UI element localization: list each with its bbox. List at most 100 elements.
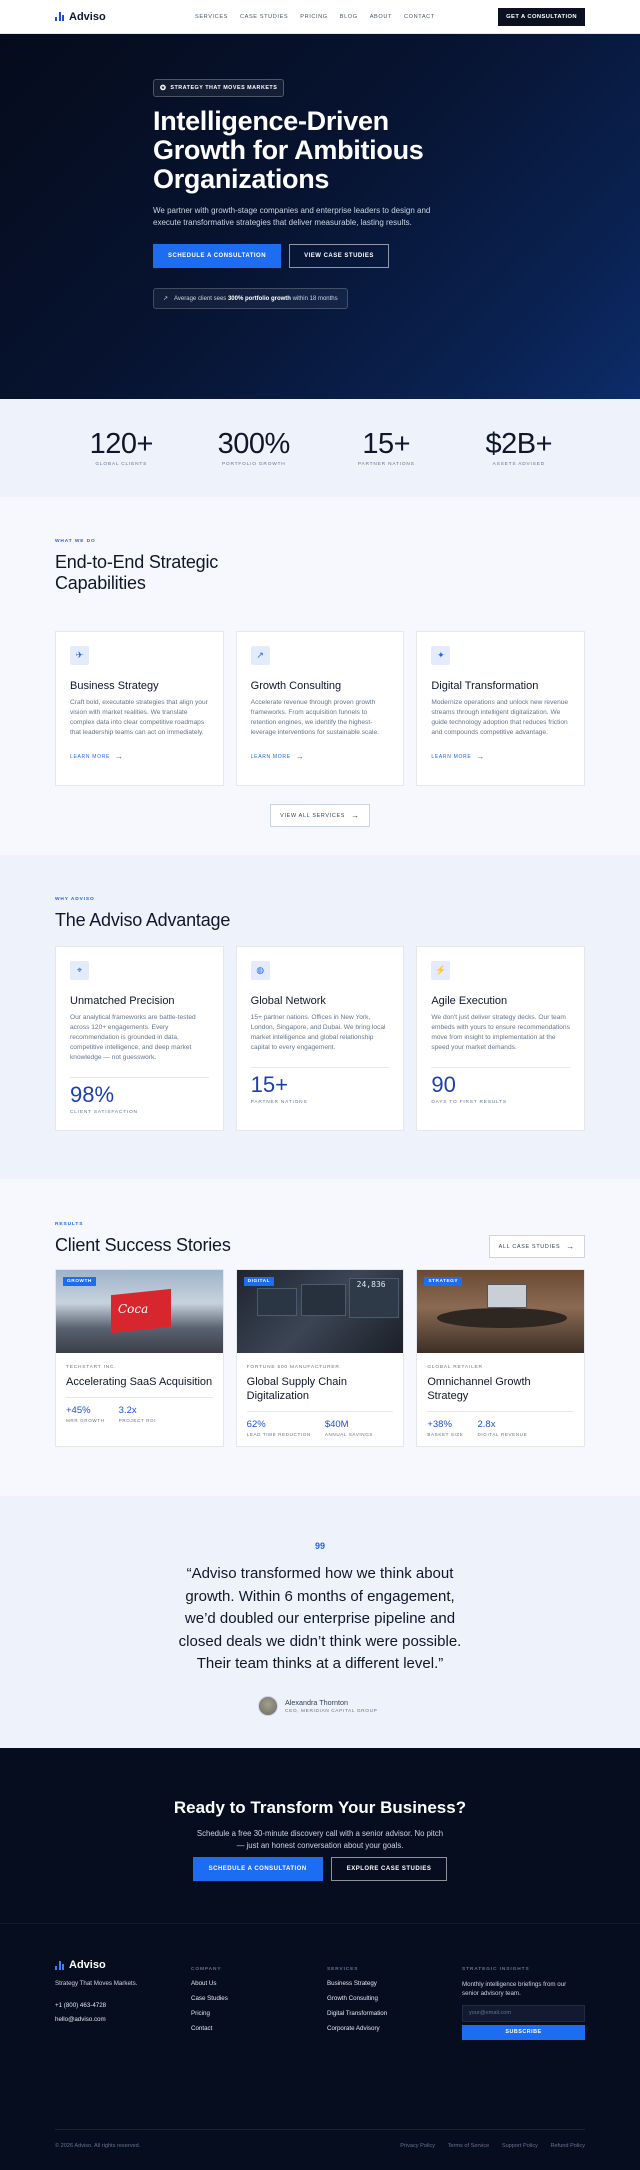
service-card[interactable]: ✈ Business Strategy Craft bold, executab… [55, 631, 224, 786]
stat-label: GLOBAL CLIENTS [95, 462, 148, 467]
card-text: Craft bold, executable strategies that a… [70, 699, 208, 736]
stat-label: ASSETS ADVISED [492, 462, 545, 467]
footer-email[interactable]: hello@adviso.com [55, 2013, 137, 2027]
stat-item: 120+ GLOBAL CLIENTS [55, 429, 188, 467]
case-study-card[interactable]: 24,836 DIGITAL FORTUNE 500 MANUFACTURER … [235, 1269, 405, 1447]
footer-link-terms[interactable]: Terms of Service [448, 2143, 490, 2149]
footer-link-about[interactable]: About Us [191, 1980, 228, 1987]
card-title: Unmatched Precision [70, 995, 175, 1007]
stat-item: 300% PORTFOLIO GROWTH [188, 429, 321, 467]
nav-links: SERVICES CASE STUDIES PRICING BLOG ABOUT… [195, 0, 435, 34]
case-study-image: STRATEGY [417, 1270, 585, 1353]
cta-title: Ready to Transform Your Business? [173, 1798, 467, 1817]
nav-link-pricing[interactable]: PRICING [300, 14, 328, 20]
advantage-card: ⌖ Unmatched Precision Our analytical fra… [55, 946, 224, 1131]
metric-label: ANNUAL SAVINGS [324, 1432, 374, 1437]
view-all-services-button[interactable]: VIEW ALL SERVICES → [270, 804, 370, 827]
service-card[interactable]: ↗ Growth Consulting Accelerate revenue t… [235, 631, 405, 786]
testimonial-quote: “Adviso transformed how we think about g… [178, 1565, 462, 1672]
bar-chart-icon [55, 12, 65, 21]
section-title: The Adviso Advantage [55, 910, 231, 930]
advantage-stat-label: CLIENT SATISFACTION [70, 1110, 138, 1115]
footer-column-title: STRATEGIC INSIGHTS [462, 1967, 530, 1972]
footer-brand-name: Adviso [69, 1959, 106, 1971]
case-study-card[interactable]: Coca GROWTH TECHSTART INC. Accelerating … [55, 1269, 224, 1447]
nav-link-case-studies[interactable]: CASE STUDIES [240, 14, 288, 20]
stat-item: $2B+ ASSETS ADVISED [453, 429, 586, 467]
footer-newsletter: STRATEGIC INSIGHTS Monthly intelligence … [462, 1967, 585, 2040]
case-study-card[interactable]: STRATEGY GLOBAL RETAILER Omnichannel Gro… [416, 1269, 586, 1447]
service-card[interactable]: ✦ Digital Transformation Modernize opera… [416, 631, 586, 786]
case-study-tag: GROWTH [63, 1277, 96, 1286]
footer-services-column: SERVICES Business Strategy Growth Consul… [327, 1967, 387, 2032]
stat-label: PORTFOLIO GROWTH [221, 462, 286, 467]
get-consultation-button[interactable]: GET A CONSULTATION [498, 8, 585, 26]
footer-link-contact[interactable]: Contact [191, 2025, 228, 2032]
metric-label: LEAD TIME REDUCTION [246, 1432, 311, 1437]
testimonial-section: 99 “Adviso transformed how we think abou… [0, 1496, 640, 1748]
schedule-consultation-button[interactable]: SCHEDULE A CONSULTATION [153, 244, 282, 268]
hero-eyebrow-text: STRATEGY THAT MOVES MARKETS [170, 85, 278, 91]
case-study-client: FORTUNE 500 MANUFACTURER [246, 1365, 340, 1370]
metric-value: +45% [66, 1405, 91, 1416]
case-study-client: GLOBAL RETAILER [427, 1365, 483, 1370]
hero-subtitle: We partner with growth-stage companies a… [153, 206, 431, 227]
nav-link-blog[interactable]: BLOG [340, 14, 358, 20]
card-title: Digital Transformation [431, 680, 539, 692]
stat-item: 15+ PARTNER NATIONS [320, 429, 453, 467]
services-section: WHAT WE DO End-to-End Strategic Capabili… [0, 497, 640, 855]
trend-up-icon: ↗ [163, 296, 169, 302]
case-study-title: Accelerating SaaS Acquisition [66, 1376, 213, 1388]
footer-link-pricing[interactable]: Pricing [191, 2010, 228, 2017]
nav-link-about[interactable]: ABOUT [370, 14, 392, 20]
footer-link-privacy[interactable]: Privacy Policy [400, 2143, 435, 2149]
card-text: Our analytical frameworks are battle-tes… [70, 1014, 196, 1061]
footer-brand-logo[interactable]: Adviso [55, 1959, 137, 1971]
footer-link-refund[interactable]: Refund Policy [550, 2143, 585, 2149]
author-role: CEO, MERIDIAN CAPITAL GROUP [285, 1709, 378, 1714]
cta-schedule-button[interactable]: SCHEDULE A CONSULTATION [192, 1857, 323, 1881]
footer-link-digital-transformation[interactable]: Digital Transformation [327, 2010, 387, 2017]
cta-explore-button[interactable]: EXPLORE CASE STUDIES [330, 1857, 448, 1881]
card-text: Accelerate revenue through proven growth… [250, 699, 379, 736]
learn-more-link[interactable]: LEARN MORE → [251, 752, 390, 761]
footer-link-growth-consulting[interactable]: Growth Consulting [327, 1995, 387, 2002]
metric-label: PROJECT ROI [118, 1418, 157, 1423]
view-case-studies-button[interactable]: VIEW CASE STUDIES [289, 244, 389, 268]
footer-link-corporate-advisory[interactable]: Corporate Advisory [327, 2025, 387, 2032]
subscribe-button[interactable]: SUBSCRIBE [462, 2025, 585, 2040]
all-case-studies-button[interactable]: ALL CASE STUDIES → [488, 1235, 585, 1258]
results-section: RESULTS Client Success Stories ALL CASE … [0, 1179, 640, 1496]
stat-value: 120+ [89, 428, 154, 460]
arrow-right-icon: → [351, 811, 360, 820]
nav-link-services[interactable]: SERVICES [195, 14, 228, 20]
author-name: Alexandra Thornton [285, 1698, 348, 1707]
footer-link-business-strategy[interactable]: Business Strategy [327, 1980, 387, 1987]
learn-more-link[interactable]: LEARN MORE → [431, 752, 570, 761]
hero-title: Intelligence-Driven Growth for Ambitious… [153, 106, 424, 194]
metric-value: +38% [427, 1419, 452, 1430]
bar-chart-icon [55, 1960, 65, 1970]
case-study-client: TECHSTART INC. [66, 1365, 117, 1370]
learn-more-link[interactable]: LEARN MORE → [70, 752, 209, 761]
bolt-icon: ⚡ [431, 961, 451, 980]
case-study-title: Omnichannel Growth Strategy [427, 1376, 531, 1402]
footer-column-title: COMPANY [191, 1967, 222, 1972]
nav-link-contact[interactable]: CONTACT [404, 14, 435, 20]
advantage-stat: 98% [70, 1082, 115, 1107]
rocket-icon: ✈ [70, 646, 89, 665]
card-title: Global Network [250, 995, 326, 1007]
case-study-tag: STRATEGY [424, 1277, 463, 1286]
metric-value: 3.2x [118, 1405, 137, 1416]
newsletter-email-input[interactable]: your@email.com [462, 2005, 585, 2022]
brand-logo[interactable]: Adviso [55, 11, 106, 23]
footer-phone[interactable]: +1 (800) 463-4728 [55, 1999, 137, 2013]
arrow-right-icon: → [115, 752, 124, 761]
stat-value: $2B+ [485, 428, 553, 460]
star-icon: ✪ [160, 85, 167, 92]
newsletter-text: Monthly intelligence briefings from our … [462, 1981, 567, 1997]
advantage-stat: 15+ [250, 1072, 288, 1097]
metric-label: MRR GROWTH [66, 1418, 105, 1423]
footer-link-support[interactable]: Support Policy [502, 2143, 538, 2149]
footer-link-case-studies[interactable]: Case Studies [191, 1995, 228, 2002]
